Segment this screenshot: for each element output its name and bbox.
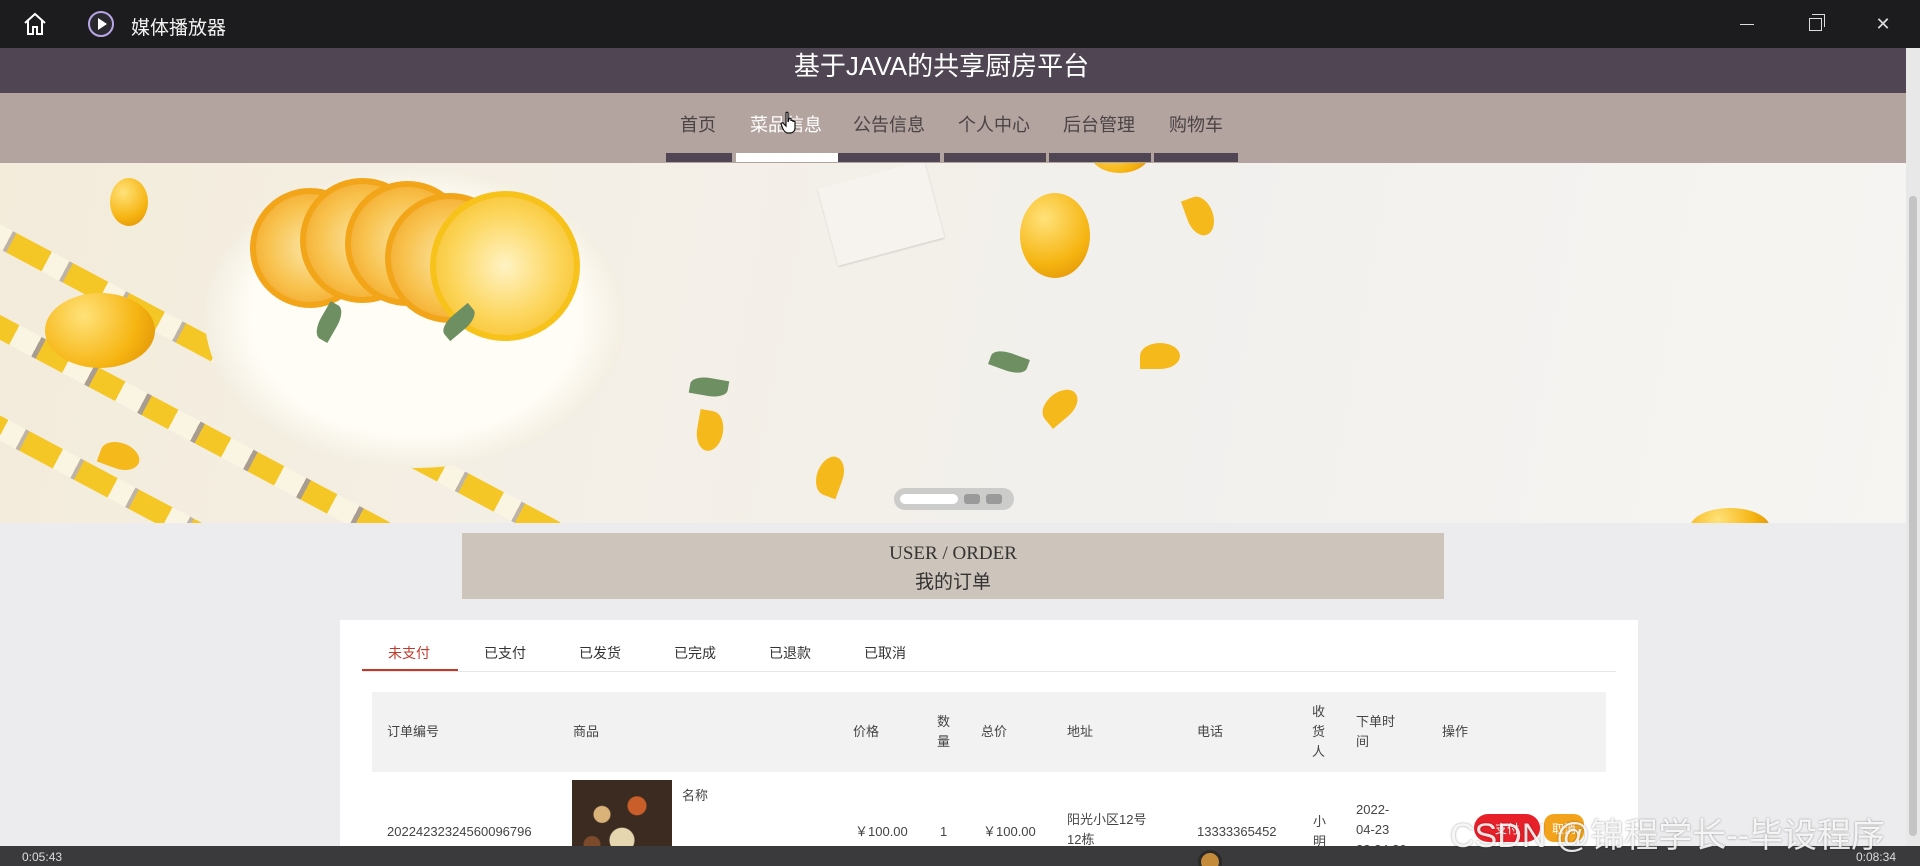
active-tab-indicator [362,669,458,671]
td-time-line: 04-23 [1356,822,1390,837]
nav-item-profile[interactable]: 个人中心 [958,111,1030,137]
watermark: CSDN @锦程学长--毕设程序 [1450,817,1885,855]
carousel-dot[interactable] [900,494,958,504]
th-price: 价格 [853,724,880,739]
nav-underline-profile [944,153,1046,162]
td-phone: 13333365452 [1197,824,1277,839]
hand-cursor-icon [780,111,796,134]
yellow-petal [1140,343,1180,369]
th-qty-line: 数 [937,714,951,729]
tab-paid[interactable]: 已支付 [484,643,526,663]
media-player-icon [88,11,114,37]
td-time-line: 2022- [1356,802,1390,817]
th-actions: 操作 [1442,724,1469,739]
yellow-petal [1180,192,1220,240]
tab-shipped[interactable]: 已发货 [579,643,621,663]
yellow-tomato [1090,163,1150,173]
carousel-dot[interactable] [964,494,980,504]
table-header: 订单编号 商品 价格 数 量 总价 地址 电话 收 货 人 下单时 间 操作 [372,692,1606,772]
nav-underline-dishes [736,153,838,162]
carousel-indicators [894,488,1014,510]
td-receiver-line: 小 [1313,814,1327,829]
green-leaf [688,374,730,400]
window-title: 媒体播放器 [131,18,227,39]
site-title: 基于JAVA的共享厨房平台 [793,51,1090,81]
yellow-petal [1036,383,1084,429]
elapsed-time: 0:05:43 [22,850,63,864]
main-nav: 首页 菜品信息 公告信息 个人中心 后台管理 购物车 [0,93,1906,163]
restore-icon [1808,13,1825,31]
td-qty: 1 [940,824,948,839]
tab-cancelled[interactable]: 已取消 [864,643,906,663]
td-total: ￥100.00 [983,824,1036,839]
th-receiver-line: 货 [1312,724,1326,739]
nav-underline-notices [838,153,940,162]
yellow-tomato [1690,508,1770,523]
td-order-no: 20224232324560096796 [387,824,532,839]
nav-item-notices[interactable]: 公告信息 [853,111,925,137]
yellow-petal [693,409,727,453]
hero-banner [0,163,1906,523]
nav-item-admin[interactable]: 后台管理 [1063,111,1135,137]
td-address-line: 阳光小区12号 [1067,812,1147,827]
cloth-tag [817,163,945,266]
th-receiver: 收 货 人 [1312,702,1325,762]
nav-item-home[interactable]: 首页 [680,111,716,137]
th-address: 地址 [1067,724,1094,739]
th-order-time: 下单时 间 [1356,712,1395,752]
nav-underline-home [666,153,732,162]
th-goods: 商品 [573,724,600,739]
restore-button[interactable] [1801,10,1829,38]
tab-completed[interactable]: 已完成 [674,643,716,663]
home-icon[interactable] [22,12,48,36]
tab-refunded[interactable]: 已退款 [769,643,811,663]
yellow-tomato [1020,193,1090,278]
close-button[interactable]: ✕ [1869,10,1897,38]
nav-underline-admin [1049,153,1151,162]
nav-underline-cart [1154,153,1238,162]
tab-unpaid[interactable]: 未支付 [388,643,430,663]
td-address: 阳光小区12号 12栋 [1067,810,1146,850]
td-goods-name: 名称 [682,788,709,803]
th-total: 总价 [981,724,1008,739]
carousel-dot[interactable] [986,494,1002,504]
th-receiver-line: 收 [1312,704,1326,719]
th-phone: 电话 [1197,724,1224,739]
th-qty-line: 量 [937,734,951,749]
order-status-tabs: 未支付 已支付 已发货 已完成 已退款 已取消 [362,634,1616,672]
window-titlebar: 媒体播放器 ✕ [0,0,1920,48]
scrollbar-thumb[interactable] [1909,196,1917,836]
green-leaf [988,347,1030,377]
yellow-tomato [45,293,155,368]
th-receiver-line: 人 [1312,744,1326,759]
th-time-line: 间 [1356,734,1370,749]
yellow-petal [96,436,144,476]
section-title: USER / ORDER 我的订单 [462,533,1444,599]
section-title-cn: 我的订单 [914,572,991,593]
yellow-petal [810,452,850,500]
th-order-no: 订单编号 [387,724,440,739]
minimize-button[interactable] [1733,10,1761,38]
nav-item-cart[interactable]: 购物车 [1169,111,1223,137]
page-scrollbar[interactable] [1906,48,1920,846]
close-icon: ✕ [1875,13,1891,34]
th-time-line: 下单时 [1356,714,1396,729]
seek-handle[interactable] [1198,850,1222,866]
minimize-icon [1740,23,1754,25]
th-qty: 数 量 [937,712,950,752]
section-title-en: USER / ORDER [889,543,1017,564]
yellow-tomato [110,178,148,226]
orders-panel: 未支付 已支付 已发货 已完成 已退款 已取消 订单编号 商品 价格 数 量 总… [340,620,1638,866]
td-price: ￥100.00 [855,824,908,839]
